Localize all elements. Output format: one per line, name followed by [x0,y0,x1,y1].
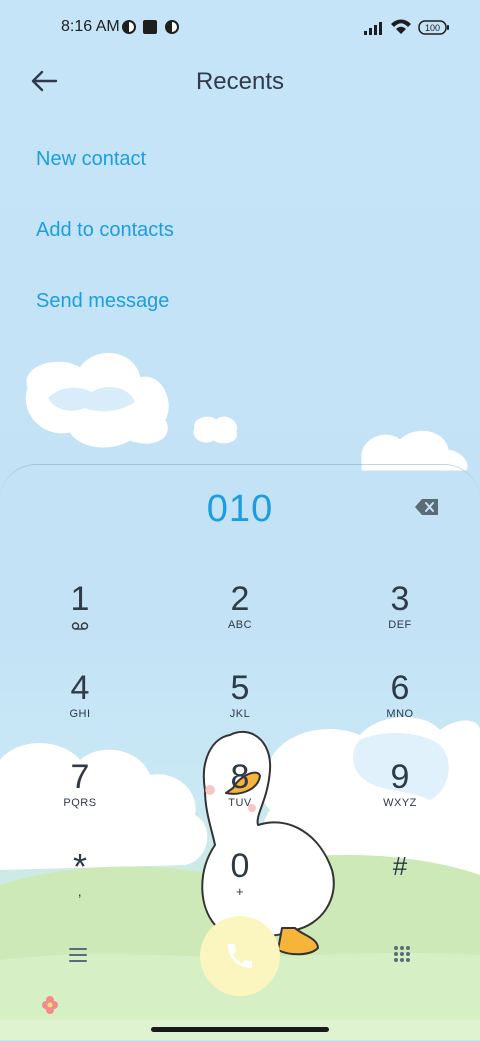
app-notification-icon-2 [165,20,179,34]
key-letters: DEF [388,619,412,631]
key-digit: 3 [390,580,410,618]
key-digit: 5 [230,669,250,707]
key-letters: JKL [229,708,251,720]
square-notification-icon [143,20,157,34]
status-bar: 8:16 AM 100 [0,0,480,56]
key-letters: GHI [69,708,91,720]
key-letters: + [235,884,245,899]
key-letters: TUV [228,797,252,809]
key-letters: ABC [227,619,253,631]
dialpad-icon[interactable] [392,945,412,965]
send-message-link[interactable]: Send message [36,290,169,313]
dialed-number: 010 [206,488,274,530]
key-6[interactable]: 6 MNO [340,669,460,749]
add-to-contacts-link[interactable]: Add to contacts [36,219,174,242]
status-time: 8:16 AM [61,18,120,35]
key-hash[interactable]: # [340,847,460,927]
key-5[interactable]: 5 JKL [180,669,300,749]
key-1[interactable]: 1 [20,580,140,660]
app-notification-icon [122,20,136,34]
key-digit: 0 [230,847,250,885]
key-letters: PQRS [63,797,97,809]
key-digit: * [72,846,87,887]
header: Recents [0,56,480,106]
new-contact-link[interactable]: New contact [36,148,146,171]
voicemail-icon [71,622,89,630]
wifi-icon [391,19,411,34]
key-letters: WXYZ [383,797,417,809]
key-star[interactable]: * , [20,847,140,927]
call-button[interactable] [200,916,280,996]
key-digit: 6 [390,669,410,707]
key-0[interactable]: 0 + [180,847,300,927]
key-digit: 1 [70,580,90,618]
key-digit: 7 [70,758,90,796]
key-digit: # [392,851,408,881]
key-letters: , [77,883,83,899]
backspace-icon[interactable] [414,497,440,517]
battery-icon: 100 [418,20,449,35]
page-title: Recents [195,68,285,95]
key-3[interactable]: 3 DEF [340,580,460,660]
key-digit: 9 [390,758,410,796]
battery-level: 100 [425,23,440,33]
key-2[interactable]: 2 ABC [180,580,300,660]
key-digit: 2 [230,580,250,618]
signal-icon [364,22,382,35]
key-digit: 4 [70,669,90,707]
phone-icon [228,944,252,968]
key-8[interactable]: 8 TUV [180,758,300,838]
home-indicator[interactable] [151,1027,329,1032]
key-7[interactable]: 7 PQRS [20,758,140,838]
key-digit: 8 [230,758,250,796]
key-letters: MNO [386,708,414,720]
menu-icon[interactable] [68,946,88,964]
key-4[interactable]: 4 GHI [20,669,140,749]
key-9[interactable]: 9 WXYZ [340,758,460,838]
